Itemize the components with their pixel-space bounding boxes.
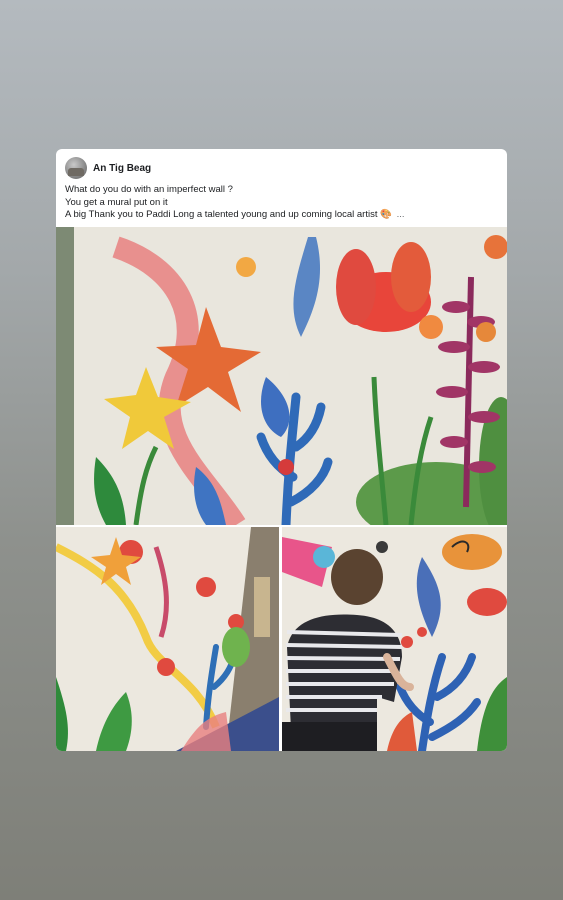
author-name[interactable]: An Tig Beag — [93, 163, 151, 174]
post-header: An Tig Beag — [65, 157, 151, 179]
see-more-link[interactable]: ... — [397, 209, 405, 220]
author-avatar[interactable] — [65, 157, 87, 179]
mural-photo-main[interactable] — [56, 227, 507, 525]
post-text-line-2: You get a mural put on it — [65, 196, 168, 208]
post-text-line-3: A big Thank you to Paddi Long a talented… — [65, 209, 501, 222]
post-text: What do you do with an imperfect wall ? … — [65, 184, 501, 222]
mural-photo-side[interactable] — [56, 527, 279, 751]
post-text-line-3-content: A big Thank you to Paddi Long a talented… — [65, 209, 392, 220]
mural-photo-artist[interactable] — [282, 527, 507, 751]
post-text-line-1: What do you do with an imperfect wall ? — [65, 184, 233, 195]
post-card: An Tig Beag What do you do with an imper… — [56, 149, 507, 751]
